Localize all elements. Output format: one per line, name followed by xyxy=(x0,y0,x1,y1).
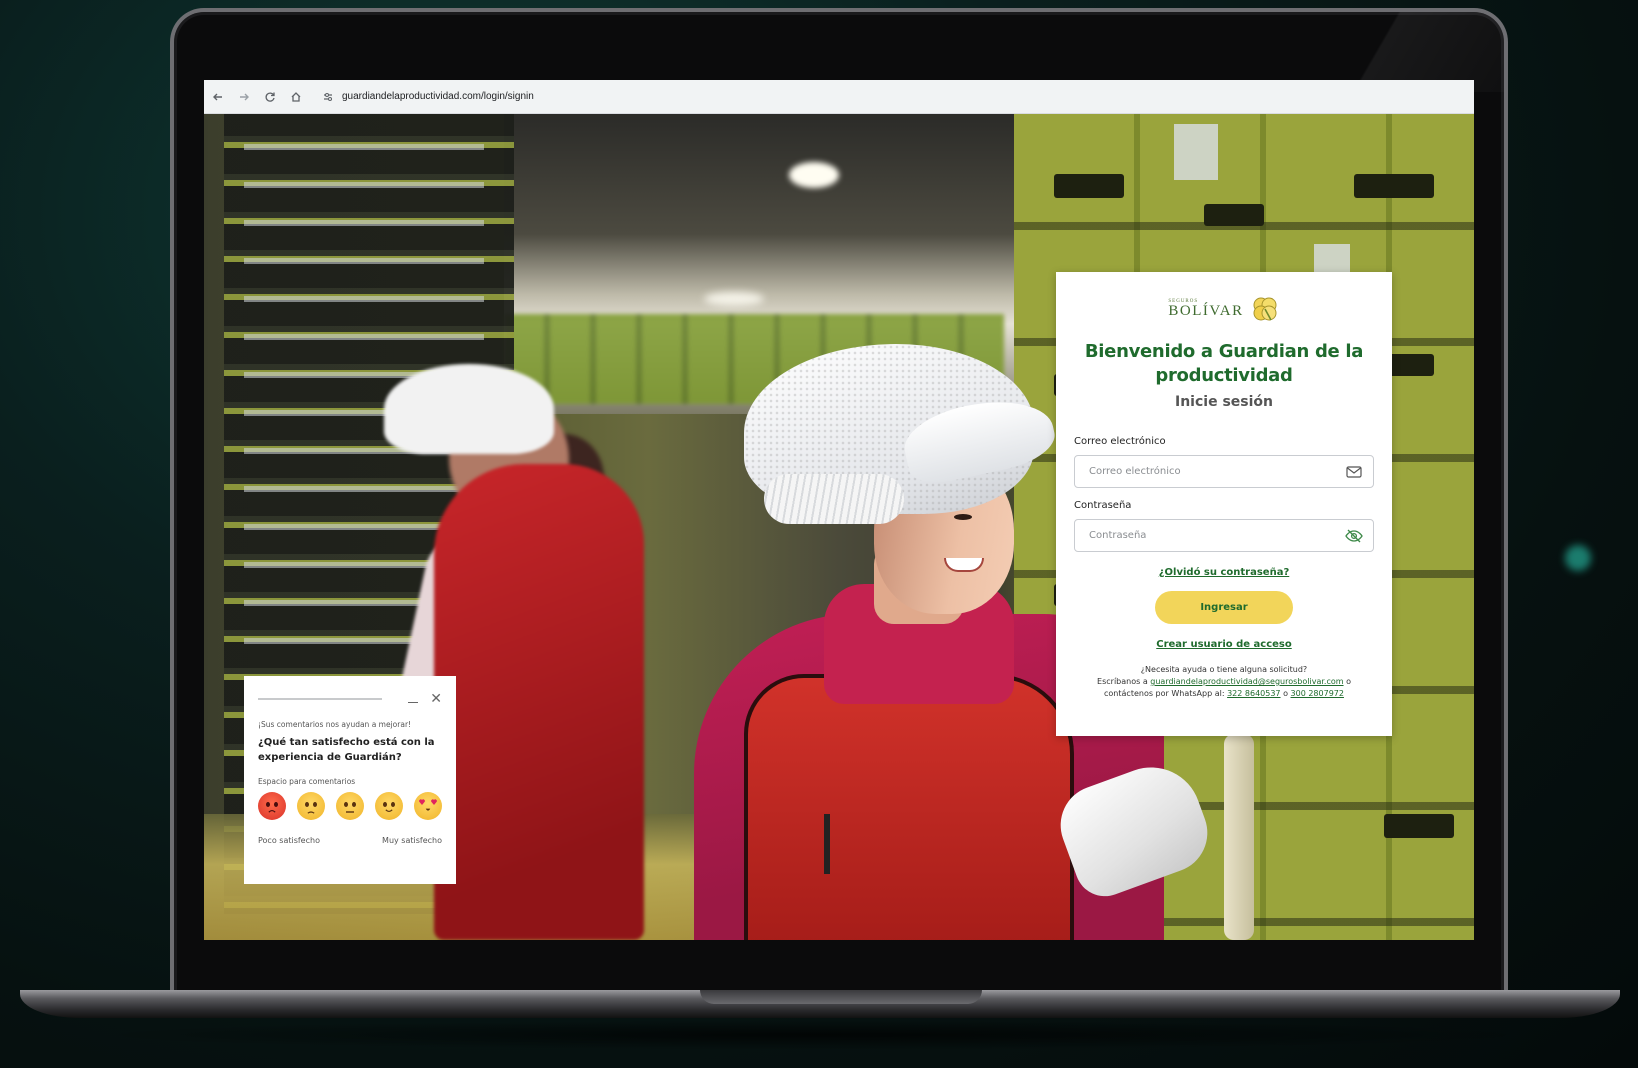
help-line: Escríbanos a guardiandelaproductividad@s… xyxy=(1074,676,1374,688)
address-bar[interactable]: guardiandelaproductividad.com/login/sign… xyxy=(320,85,534,109)
brand-logo: SEGUROS BOLÍVAR xyxy=(1074,292,1374,326)
page-title: Bienvenido a Guardian de la productivida… xyxy=(1084,341,1364,386)
photo-worker-front xyxy=(824,814,830,874)
password-label: Contraseña xyxy=(1074,500,1132,511)
help-text: ¿Necesita ayuda o tiene alguna solicitud… xyxy=(1074,664,1374,700)
clover-icon xyxy=(1253,297,1277,321)
photo-worker-back xyxy=(384,364,554,454)
email-field[interactable]: Correo electrónico xyxy=(1074,455,1374,488)
email-placeholder[interactable]: Correo electrónico xyxy=(1089,466,1181,477)
close-icon[interactable]: ✕ xyxy=(430,692,442,706)
feedback-widget: ✕ ¡Sus comentarios nos ayudan a mejorar!… xyxy=(244,676,456,884)
create-account-link[interactable]: Crear usuario de acceso xyxy=(1074,639,1374,650)
photo-worker-front xyxy=(744,674,1074,940)
help-line: contáctenos por WhatsApp al: 322 8640537… xyxy=(1074,688,1374,700)
minimize-icon[interactable] xyxy=(408,701,419,703)
background-glow xyxy=(1565,545,1591,571)
tune-icon[interactable] xyxy=(320,89,336,105)
photo-worker-front xyxy=(1224,734,1254,940)
laptop-notch xyxy=(700,990,982,1004)
arrow-left-icon[interactable] xyxy=(210,89,226,105)
feedback-divider xyxy=(258,698,382,700)
neutral-face-icon[interactable] xyxy=(336,792,364,820)
rating-scale-labels: Poco satisfecho Muy satisfecho xyxy=(258,836,442,845)
envelope-icon xyxy=(1345,464,1363,480)
login-button[interactable]: Ingresar xyxy=(1155,591,1293,624)
photo-worker-front xyxy=(764,474,904,524)
feedback-question: ¿Qué tan satisfecho está con la experien… xyxy=(258,737,435,763)
feedback-header: ✕ xyxy=(258,692,442,706)
angry-face-icon[interactable] xyxy=(258,792,286,820)
logo-big-text: BOLÍVAR xyxy=(1168,303,1244,319)
whatsapp-link[interactable]: 300 2807972 xyxy=(1291,689,1344,698)
help-text-segment: Escríbanos a xyxy=(1097,677,1151,686)
help-text-segment: o xyxy=(1343,677,1351,686)
help-text-segment: o xyxy=(1280,689,1291,698)
forgot-password-link[interactable]: ¿Olvidó su contraseña? xyxy=(1074,567,1374,578)
url-text[interactable]: guardiandelaproductividad.com/login/sign… xyxy=(342,91,534,102)
feedback-comment-label[interactable]: Espacio para comentarios xyxy=(258,777,442,786)
arrow-right-icon[interactable] xyxy=(236,89,252,105)
help-email-link[interactable]: guardiandelaproductividad@segurosbolivar… xyxy=(1150,677,1343,686)
heart-eyes-face-icon[interactable] xyxy=(414,792,442,820)
scale-low-label: Poco satisfecho xyxy=(258,836,320,845)
help-line: ¿Necesita ayuda o tiene alguna solicitud… xyxy=(1140,665,1308,674)
logo-wordmark: SEGUROS BOLÍVAR xyxy=(1168,299,1243,319)
reload-icon[interactable] xyxy=(262,89,278,105)
rating-scale xyxy=(258,792,442,820)
photo-worker-back xyxy=(434,464,644,940)
slightly-smiling-face-icon[interactable] xyxy=(375,792,403,820)
password-field[interactable]: Contraseña xyxy=(1074,519,1374,552)
whatsapp-link[interactable]: 322 8640537 xyxy=(1227,689,1280,698)
home-icon[interactable] xyxy=(288,89,304,105)
page-subtitle: Inicie sesión xyxy=(1175,394,1273,410)
laptop-shadow xyxy=(80,1020,1560,1050)
email-label: Correo electrónico xyxy=(1074,436,1166,447)
laptop-screen: guardiandelaproductividad.com/login/sign… xyxy=(204,80,1474,940)
feedback-note: ¡Sus comentarios nos ayudan a mejorar! xyxy=(258,720,412,729)
frowning-face-icon[interactable] xyxy=(297,792,325,820)
photo-light xyxy=(704,292,764,306)
scale-high-label: Muy satisfecho xyxy=(382,836,442,845)
help-text-segment: contáctenos por WhatsApp al: xyxy=(1104,689,1228,698)
photo-light xyxy=(789,162,839,188)
login-card: SEGUROS BOLÍVAR Bienvenido a Guardian de… xyxy=(1056,272,1392,736)
eye-off-icon[interactable] xyxy=(1345,528,1363,544)
browser-toolbar: guardiandelaproductividad.com/login/sign… xyxy=(204,80,1474,114)
feedback-controls: ✕ xyxy=(408,692,442,706)
password-placeholder[interactable]: Contraseña xyxy=(1089,530,1146,541)
